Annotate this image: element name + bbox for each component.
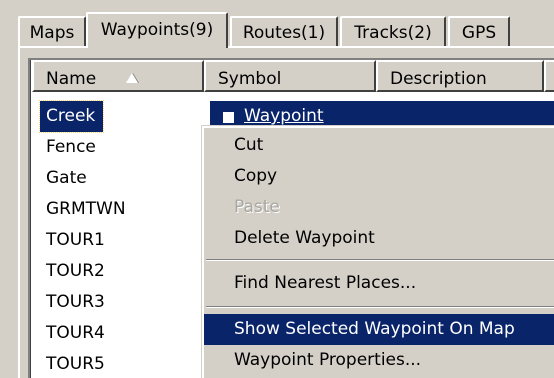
menu-separator [206, 306, 554, 308]
list-item-selected[interactable]: Creek [38, 100, 105, 133]
column-header-description[interactable]: Description [376, 60, 544, 92]
menu-item-waypoint-properties[interactable]: Waypoint Properties... [204, 345, 554, 376]
list-header: Name Symbol Description [32, 60, 554, 92]
list-item[interactable]: TOUR3 [40, 287, 113, 318]
waypoint-square-icon [222, 111, 235, 124]
sort-ascending-icon [126, 73, 138, 83]
menu-item-find-nearest-places[interactable]: Find Nearest Places... [204, 268, 554, 299]
column-header-name-label: Name [46, 69, 97, 89]
menu-item-cut[interactable]: Cut [204, 130, 554, 161]
tab-gps[interactable]: GPS [448, 16, 510, 46]
menu-item-delete-waypoint[interactable]: Delete Waypoint [204, 223, 554, 254]
tab-maps[interactable]: Maps [18, 16, 86, 46]
menu-item-copy[interactable]: Copy [204, 161, 554, 192]
column-header-description-label: Description [390, 69, 487, 89]
context-menu: Cut Copy Paste Delete Waypoint Find Near… [202, 126, 554, 378]
tab-routes[interactable]: Routes(1) [230, 16, 338, 46]
menu-item-show-selected-waypoint-on-map[interactable]: Show Selected Waypoint On Map [204, 314, 554, 345]
list-item[interactable]: GRMTWN [40, 194, 134, 225]
list-item[interactable]: TOUR1 [40, 225, 113, 256]
tab-panel-left-edge [18, 46, 20, 378]
menu-separator [206, 259, 554, 261]
tab-waypoints[interactable]: Waypoints(9) [86, 12, 228, 48]
menu-item-paste: Paste [234, 197, 280, 217]
waypoint-manager-window: Maps Waypoints(9) Routes(1) Tracks(2) GP… [0, 0, 554, 378]
list-item[interactable]: Fence [40, 132, 104, 163]
column-header-extra[interactable] [544, 60, 554, 92]
list-item[interactable]: TOUR4 [40, 318, 113, 349]
list-item[interactable]: Gate [40, 163, 95, 194]
column-header-name[interactable]: Name [32, 60, 204, 92]
list-item[interactable]: TOUR2 [40, 256, 113, 287]
tab-tracks[interactable]: Tracks(2) [340, 16, 446, 46]
column-header-symbol-label: Symbol [218, 69, 282, 89]
list-item[interactable]: TOUR5 [40, 349, 113, 378]
column-header-symbol[interactable]: Symbol [204, 60, 376, 92]
tab-strip: Maps Waypoints(9) Routes(1) Tracks(2) GP… [18, 12, 554, 48]
